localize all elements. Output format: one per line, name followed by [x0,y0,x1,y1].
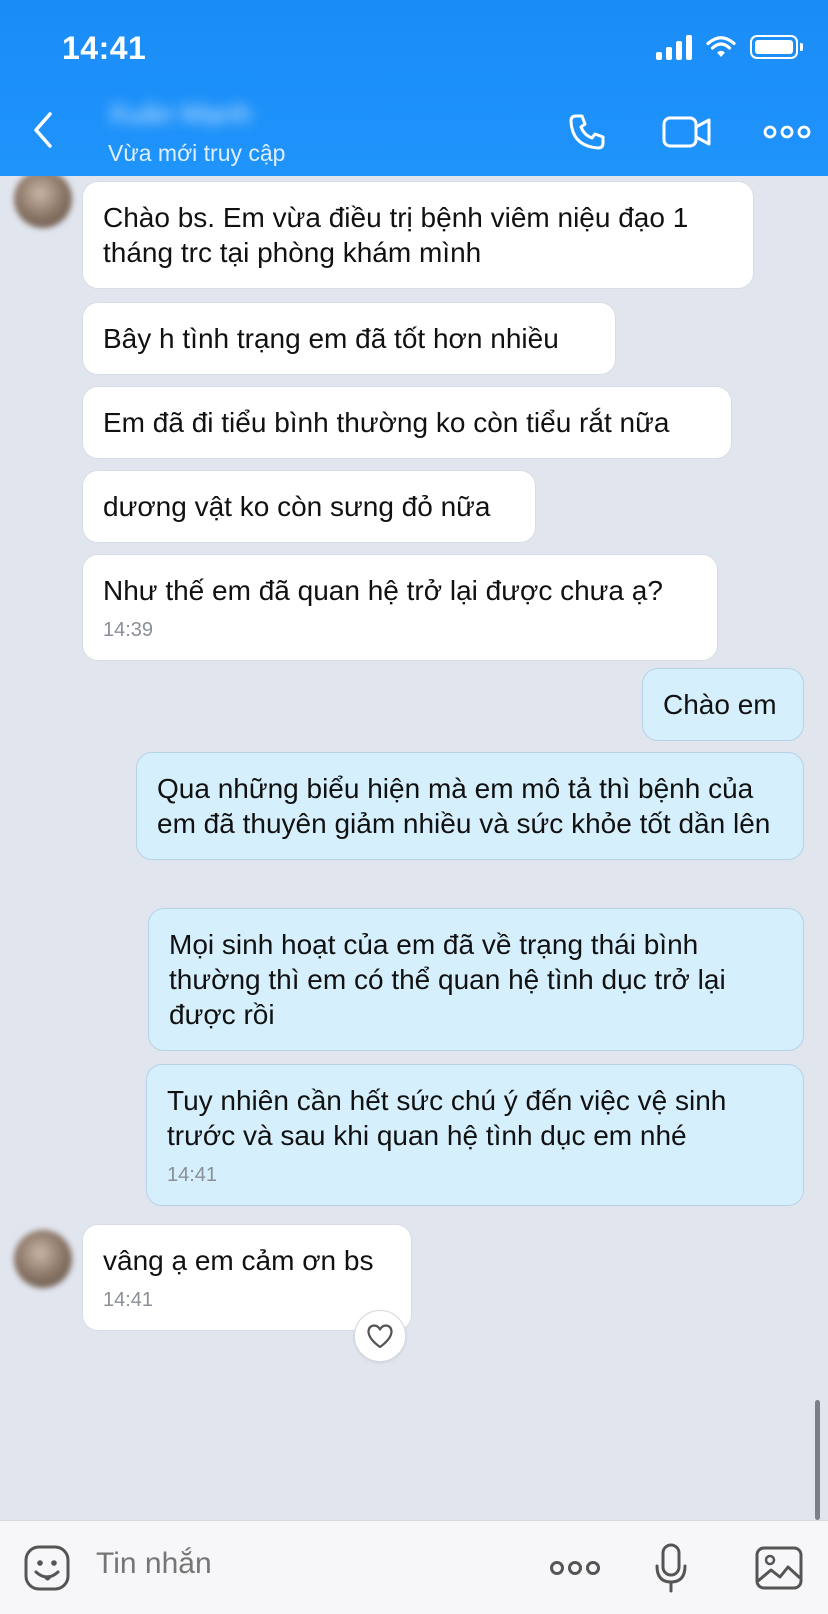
voice-message-button[interactable] [644,1541,698,1595]
message-list[interactable]: Chào bs. Em vừa điều trị bệnh viêm niệu … [0,176,828,1520]
message-text: Em đã đi tiểu bình thường ko còn tiểu rắ… [103,407,670,438]
scrollbar[interactable] [815,1400,820,1520]
status-icons [656,34,803,60]
incoming-message[interactable]: dương vật ko còn sưng đỏ nữa [82,470,536,543]
message-text: Tuy nhiên cần hết sức chú ý đến việc vệ … [167,1085,727,1151]
outgoing-message[interactable]: Tuy nhiên cần hết sức chú ý đến việc vệ … [146,1064,804,1206]
message-text: Chào em [663,689,777,720]
status-time: 14:41 [62,30,147,66]
outgoing-message[interactable]: Qua những biểu hiện mà em mô tả thì bệnh… [136,752,804,860]
heart-icon [367,1324,393,1349]
more-actions-button[interactable] [548,1541,602,1595]
incoming-message[interactable]: Bây h tình trạng em đã tốt hơn nhiều [82,302,616,375]
back-icon[interactable] [24,108,64,152]
message-text: Như thế em đã quan hệ trở lại được chưa … [103,575,663,606]
more-icon [763,125,811,139]
message-timestamp: 14:41 [103,1289,154,1311]
outgoing-message[interactable]: Chào em [642,668,804,741]
message-text: Chào bs. Em vừa điều trị bệnh viêm niệu … [103,202,689,268]
message-text: vâng ạ em cảm ơn bs [103,1245,374,1276]
message-text: Bây h tình trạng em đã tốt hơn nhiều [103,323,559,354]
message-text: Mọi sinh hoạt của em đã về trạng thái bì… [169,929,726,1030]
message-timestamp: 14:41 [167,1164,218,1186]
incoming-message[interactable]: Như thế em đã quan hệ trở lại được chưa … [82,554,718,661]
more-icon [550,1561,600,1575]
photo-picker-button[interactable] [752,1541,806,1595]
outgoing-message[interactable]: Mọi sinh hoạt của em đã về trạng thái bì… [148,908,804,1051]
contact-avatar[interactable] [14,1230,72,1288]
emoji-button[interactable] [20,1541,74,1595]
message-input[interactable] [96,1547,476,1581]
battery-icon [750,35,803,59]
image-icon [755,1546,803,1590]
microphone-icon [655,1543,687,1593]
contact-name[interactable]: Xuân Mạnh [108,98,288,134]
incoming-message[interactable]: Em đã đi tiểu bình thường ko còn tiểu rắ… [82,386,732,459]
message-timestamp: 14:39 [103,619,154,641]
sticker-emoji-icon [24,1545,70,1591]
more-options-button[interactable] [762,108,812,156]
react-heart-button[interactable] [354,1310,406,1362]
incoming-message[interactable]: Chào bs. Em vừa điều trị bệnh viêm niệu … [82,181,754,289]
video-icon [662,116,711,148]
contact-avatar[interactable] [14,176,72,228]
cellular-signal-icon [656,34,692,60]
video-call-button[interactable] [660,108,714,156]
chat-header: 14:41 Xuân Mạnh Vừa mới truy cập [0,0,828,176]
message-text: Qua những biểu hiện mà em mô tả thì bệnh… [157,773,771,839]
contact-status: Vừa mới truy cập [108,140,286,166]
wifi-icon [706,36,736,57]
message-text: dương vật ko còn sưng đỏ nữa [103,491,491,522]
phone-icon [569,114,605,150]
call-button[interactable] [562,108,612,156]
composer-bar [0,1520,828,1614]
